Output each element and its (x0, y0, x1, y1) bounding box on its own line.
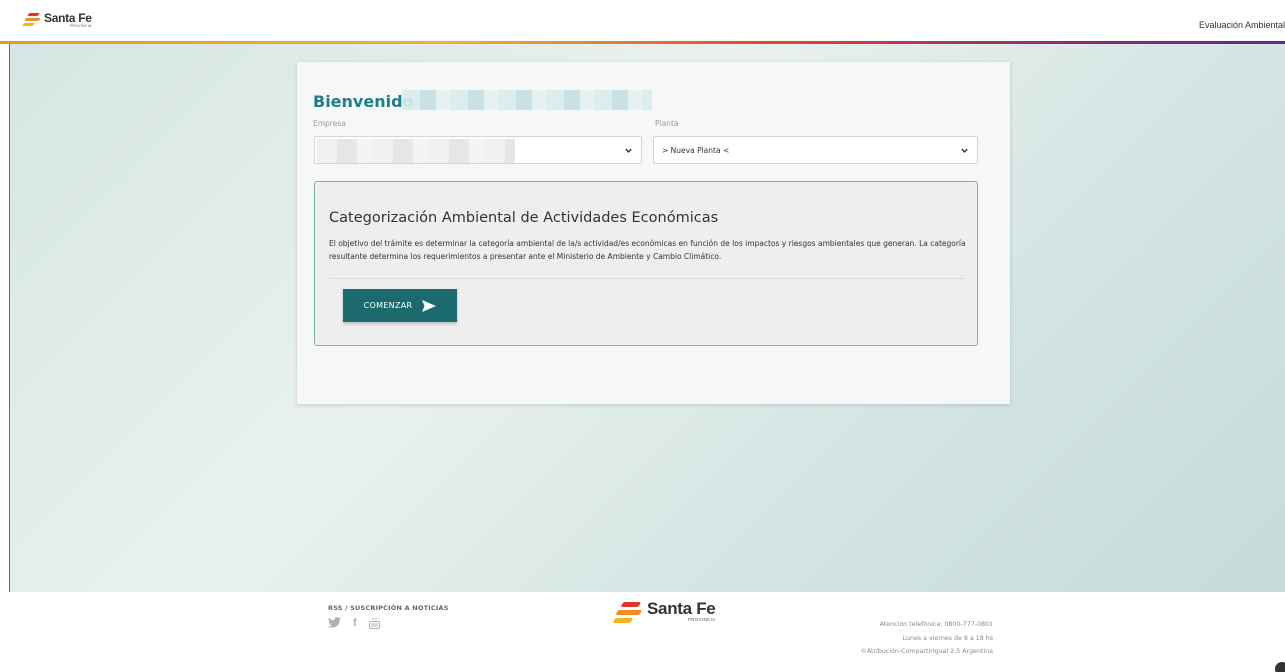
footer-hours: Lunes a viernes de 8 a 18 hs (902, 634, 993, 642)
top-header: Santa Fe PROVINCIA Evaluación Ambiental (0, 0, 1285, 44)
santa-fe-logo-icon (612, 600, 643, 624)
send-arrow-icon (422, 299, 437, 312)
footer-contact-info: Atención telefónica: 0800-777-0801 Lunes… (861, 618, 993, 659)
planta-label: Planta (655, 119, 679, 128)
santa-fe-logo-icon (22, 12, 41, 28)
empresa-label: Empresa (313, 119, 346, 128)
planta-value: > Nueva Planta < (662, 146, 730, 155)
social-links: f You (328, 616, 380, 629)
user-name-redacted (402, 90, 652, 110)
rss-subscription-link[interactable]: RSS / SUSCRIPCIÓN A NOTICIAS (328, 604, 449, 612)
welcome-title: Bienvenido (313, 92, 414, 111)
categorizacion-panel: Categorización Ambiental de Actividades … (314, 181, 978, 346)
comenzar-button[interactable]: COMENZAR (343, 289, 457, 322)
accessibility-badge-icon[interactable] (1275, 662, 1285, 672)
footer-logo-name: Santa Fe (647, 599, 716, 618)
logo-sub: PROVINCIA (69, 24, 92, 28)
planta-select[interactable]: > Nueva Planta < (653, 136, 978, 164)
youtube-icon[interactable]: You (368, 616, 380, 629)
empresa-select[interactable] (314, 136, 642, 164)
footer-logo-sub: PROVINCIA (688, 617, 716, 622)
chevron-down-icon (625, 148, 632, 153)
chevron-down-icon (961, 148, 968, 153)
comenzar-label: COMENZAR (363, 301, 413, 310)
left-border (0, 44, 10, 592)
panel-description: El objetivo del trámite es determinar la… (329, 239, 966, 261)
footer: RSS / SUSCRIPCIÓN A NOTICIAS f You Santa… (0, 592, 1285, 672)
empresa-value-redacted (317, 139, 515, 163)
twitter-icon[interactable] (328, 617, 341, 628)
footer-santa-fe-logo[interactable]: Santa Fe PROVINCIA (612, 599, 716, 624)
logo-name: Santa Fe (44, 11, 92, 25)
welcome-card: Bienvenido Empresa Planta > Nueva Planta… (297, 62, 1010, 404)
footer-phone: Atención telefónica: 0800-777-0801 (879, 621, 993, 628)
panel-divider (329, 278, 965, 279)
santa-fe-logo[interactable]: Santa Fe PROVINCIA (22, 12, 92, 29)
evaluacion-ambiental-link[interactable]: Evaluación Ambiental (1199, 20, 1285, 30)
facebook-icon[interactable]: f (353, 617, 357, 629)
svg-text:You: You (371, 617, 377, 621)
panel-title: Categorización Ambiental de Actividades … (329, 210, 719, 226)
footer-license[interactable]: ©Atribución-CompartirIgual 2.5 Argentina (861, 645, 993, 659)
